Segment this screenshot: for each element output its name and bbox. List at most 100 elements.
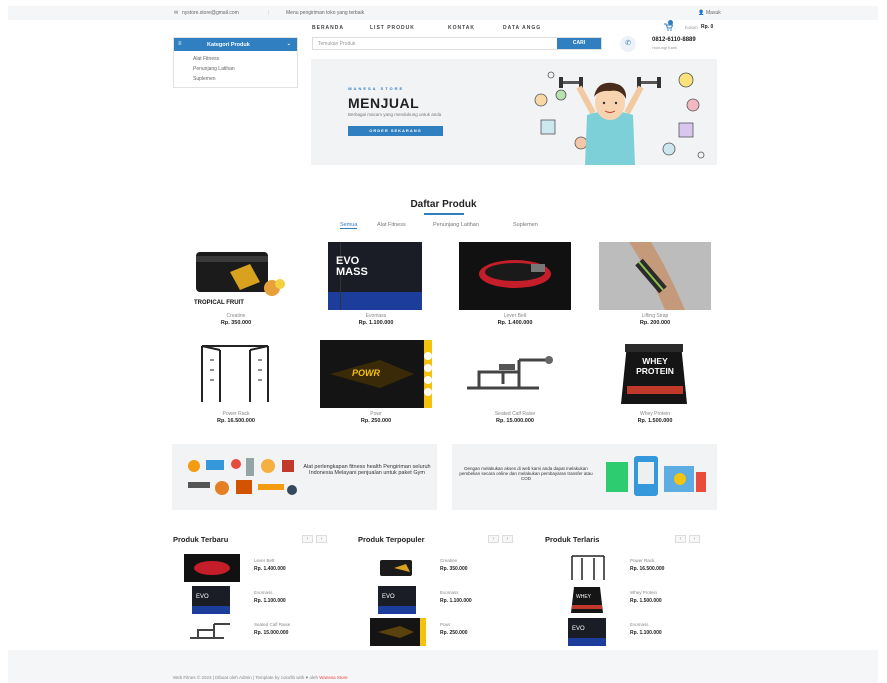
product-card[interactable]: EVO MASS Evomass Rp. 1.100.000 bbox=[320, 242, 432, 326]
equipment-illustration bbox=[188, 458, 297, 495]
list-item[interactable]: Powr Rp. 250.000 bbox=[370, 618, 550, 648]
title-underline bbox=[424, 213, 464, 215]
product-image-label: EVO MASS bbox=[336, 255, 368, 278]
next-arrow-icon[interactable]: › bbox=[316, 535, 327, 543]
banner-text: Dengan melakukan akses di web kami anda … bbox=[459, 466, 593, 481]
list-item-price: Rp. 1.400.000 bbox=[254, 566, 286, 572]
svg-text:EVO: EVO bbox=[572, 626, 585, 632]
user-icon: 👤 bbox=[698, 10, 705, 16]
product-image: WHEY PROTEIN bbox=[599, 340, 711, 408]
product-price: Rp. 1.100.000 bbox=[358, 320, 394, 326]
search-bar: Temukan Produk CARI bbox=[312, 37, 602, 50]
svg-text:WHEY: WHEY bbox=[576, 594, 592, 600]
nav-contact[interactable]: KONTAK bbox=[448, 25, 475, 31]
list-item-name: Power Rack bbox=[630, 558, 655, 563]
product-image bbox=[459, 340, 571, 408]
product-image bbox=[180, 340, 292, 408]
list-title: Produk Terbaru bbox=[173, 535, 229, 544]
list-item[interactable]: Creatine Rp. 350.000 bbox=[370, 554, 550, 584]
next-arrow-icon[interactable]: › bbox=[689, 535, 700, 543]
list-item-price: Rp. 1.100.000 bbox=[630, 630, 662, 636]
category-item[interactable]: Alat Fitness bbox=[174, 54, 297, 64]
footer-link[interactable]: Wanesa Store bbox=[319, 675, 347, 680]
list-thumb: EVO bbox=[560, 618, 616, 646]
promo-banner[interactable]: Alat perlengkapan fitness health Pengiri… bbox=[172, 444, 437, 510]
product-name: Powr bbox=[370, 411, 382, 417]
product-name: Evomass bbox=[365, 313, 387, 319]
nav-products[interactable]: LIST PRODUK bbox=[370, 25, 415, 31]
tab-all[interactable]: Semua bbox=[340, 222, 358, 229]
list-item[interactable]: Seated Calf Raise Rp. 15.000.000 bbox=[184, 618, 364, 648]
promo-banner[interactable]: Dengan melakukan akses di web kami anda … bbox=[452, 444, 717, 510]
prev-arrow-icon[interactable]: ‹ bbox=[675, 535, 686, 543]
hero-title: MENJUAL bbox=[348, 95, 420, 111]
phone-number[interactable]: 0812-6110-8889 bbox=[652, 37, 696, 43]
list-thumb bbox=[184, 554, 240, 582]
list-item-name: Evomass bbox=[630, 622, 649, 627]
list-thumb bbox=[370, 618, 426, 646]
list-item[interactable]: EVO Evomass Rp. 1.100.000 bbox=[184, 586, 364, 616]
prev-arrow-icon[interactable]: ‹ bbox=[488, 535, 499, 543]
product-card[interactable]: Seated Calf Raise Rp. 15.000.000 bbox=[459, 340, 571, 424]
list-item-price: Rp. 350.000 bbox=[440, 566, 468, 572]
phone-widget: ✆ 0812-6110-8889 Hubungi Kami bbox=[620, 36, 720, 52]
list-thumb bbox=[184, 618, 240, 646]
product-image bbox=[599, 242, 711, 310]
list-item[interactable]: EVO Evomass Rp. 1.100.000 bbox=[560, 618, 740, 648]
list-item-name: Whey Protein bbox=[630, 590, 658, 595]
list-thumb bbox=[560, 554, 616, 582]
list-item-price: Rp. 250.000 bbox=[440, 630, 468, 636]
chevron-down-icon: ⌄ bbox=[286, 41, 291, 47]
mail-icon: ✉ bbox=[174, 10, 179, 16]
product-card[interactable]: Lever Belt Rp. 1.400.000 bbox=[459, 242, 571, 326]
product-card[interactable]: POWR Powr Rp. 250.000 bbox=[320, 340, 432, 424]
product-price: Rp. 250.000 bbox=[360, 418, 392, 424]
order-button[interactable]: ORDER SEKARANG bbox=[348, 126, 443, 136]
list-item-price: Rp. 1.100.000 bbox=[254, 598, 286, 604]
list-item-name: Lever Belt bbox=[254, 558, 275, 563]
list-item-name: Seated Calf Raise bbox=[254, 622, 291, 627]
list-item-price: Rp. 1.500.000 bbox=[630, 598, 662, 604]
nav-home[interactable]: BERANDA bbox=[312, 25, 344, 31]
top-tagline: Menu pengiriman toko yang terbaik bbox=[286, 10, 365, 16]
product-card[interactable]: Lifting Strap Rp. 200.000 bbox=[599, 242, 711, 326]
top-email[interactable]: nystore.store@gmail.com bbox=[182, 10, 239, 16]
search-button[interactable]: CARI bbox=[557, 38, 601, 49]
phone-label: Hubungi Kami bbox=[652, 45, 678, 50]
phone-icon: ✆ bbox=[620, 36, 636, 52]
tab-supplement[interactable]: Suplemen bbox=[513, 222, 538, 228]
category-panel: ≡ Kategori Produk ⌄ Alat Fitness Penunja… bbox=[173, 37, 298, 88]
next-arrow-icon[interactable]: › bbox=[502, 535, 513, 543]
product-card[interactable]: WHEY PROTEIN Whey Protein Rp. 1.500.000 bbox=[599, 340, 711, 424]
list-item-name: Evomass bbox=[440, 590, 459, 595]
product-image-label: POWR bbox=[352, 368, 380, 378]
list-item[interactable]: WHEY Whey Protein Rp. 1.500.000 bbox=[560, 586, 740, 616]
prev-arrow-icon[interactable]: ‹ bbox=[302, 535, 313, 543]
list-item[interactable]: EVO Evomass Rp. 1.100.000 bbox=[370, 586, 550, 616]
tab-equipment[interactable]: Alat Fitness bbox=[377, 222, 406, 228]
cart-widget[interactable]: Kolom Rp. 0 bbox=[660, 20, 720, 34]
category-item[interactable]: Penunjang Latihan bbox=[174, 64, 297, 74]
product-name: Lever Belt bbox=[503, 313, 527, 319]
login-link[interactable]: Masuk bbox=[706, 10, 721, 16]
divider: | bbox=[268, 10, 270, 16]
svg-text:EVO: EVO bbox=[196, 594, 209, 600]
search-input[interactable]: Temukan Produk bbox=[318, 41, 356, 47]
product-price: Rp. 1.400.000 bbox=[497, 320, 533, 326]
list-item[interactable]: Lever Belt Rp. 1.400.000 bbox=[184, 554, 364, 584]
tab-training[interactable]: Penunjang Latihan bbox=[433, 222, 479, 228]
list-thumb: EVO bbox=[184, 586, 240, 614]
top-bar: ✉ nystore.store@gmail.com | Menu pengiri… bbox=[8, 6, 878, 20]
category-item[interactable]: Suplemen bbox=[174, 74, 297, 84]
product-image-label: WHEY PROTEIN bbox=[636, 356, 674, 376]
list-item[interactable]: Power Rack Rp. 16.500.000 bbox=[560, 554, 740, 584]
online-shop-illustration bbox=[606, 456, 706, 496]
product-card[interactable]: TROPICAL FRUIT Creatine Rp. 350.000 bbox=[180, 242, 292, 326]
cart-total: Rp. 0 bbox=[701, 24, 714, 30]
footer-copyright: Web Fitnes © 2023 | Dibuat oleh Admin | … bbox=[173, 675, 318, 680]
nav-data[interactable]: DATA ANGG bbox=[503, 25, 541, 31]
product-card[interactable]: Power Rack Rp. 16.500.000 bbox=[180, 340, 292, 424]
product-price: Rp. 1.500.000 bbox=[637, 418, 673, 424]
list-title: Produk Terpopuler bbox=[358, 535, 425, 544]
category-toggle[interactable]: ≡ Kategori Produk ⌄ bbox=[174, 38, 297, 51]
